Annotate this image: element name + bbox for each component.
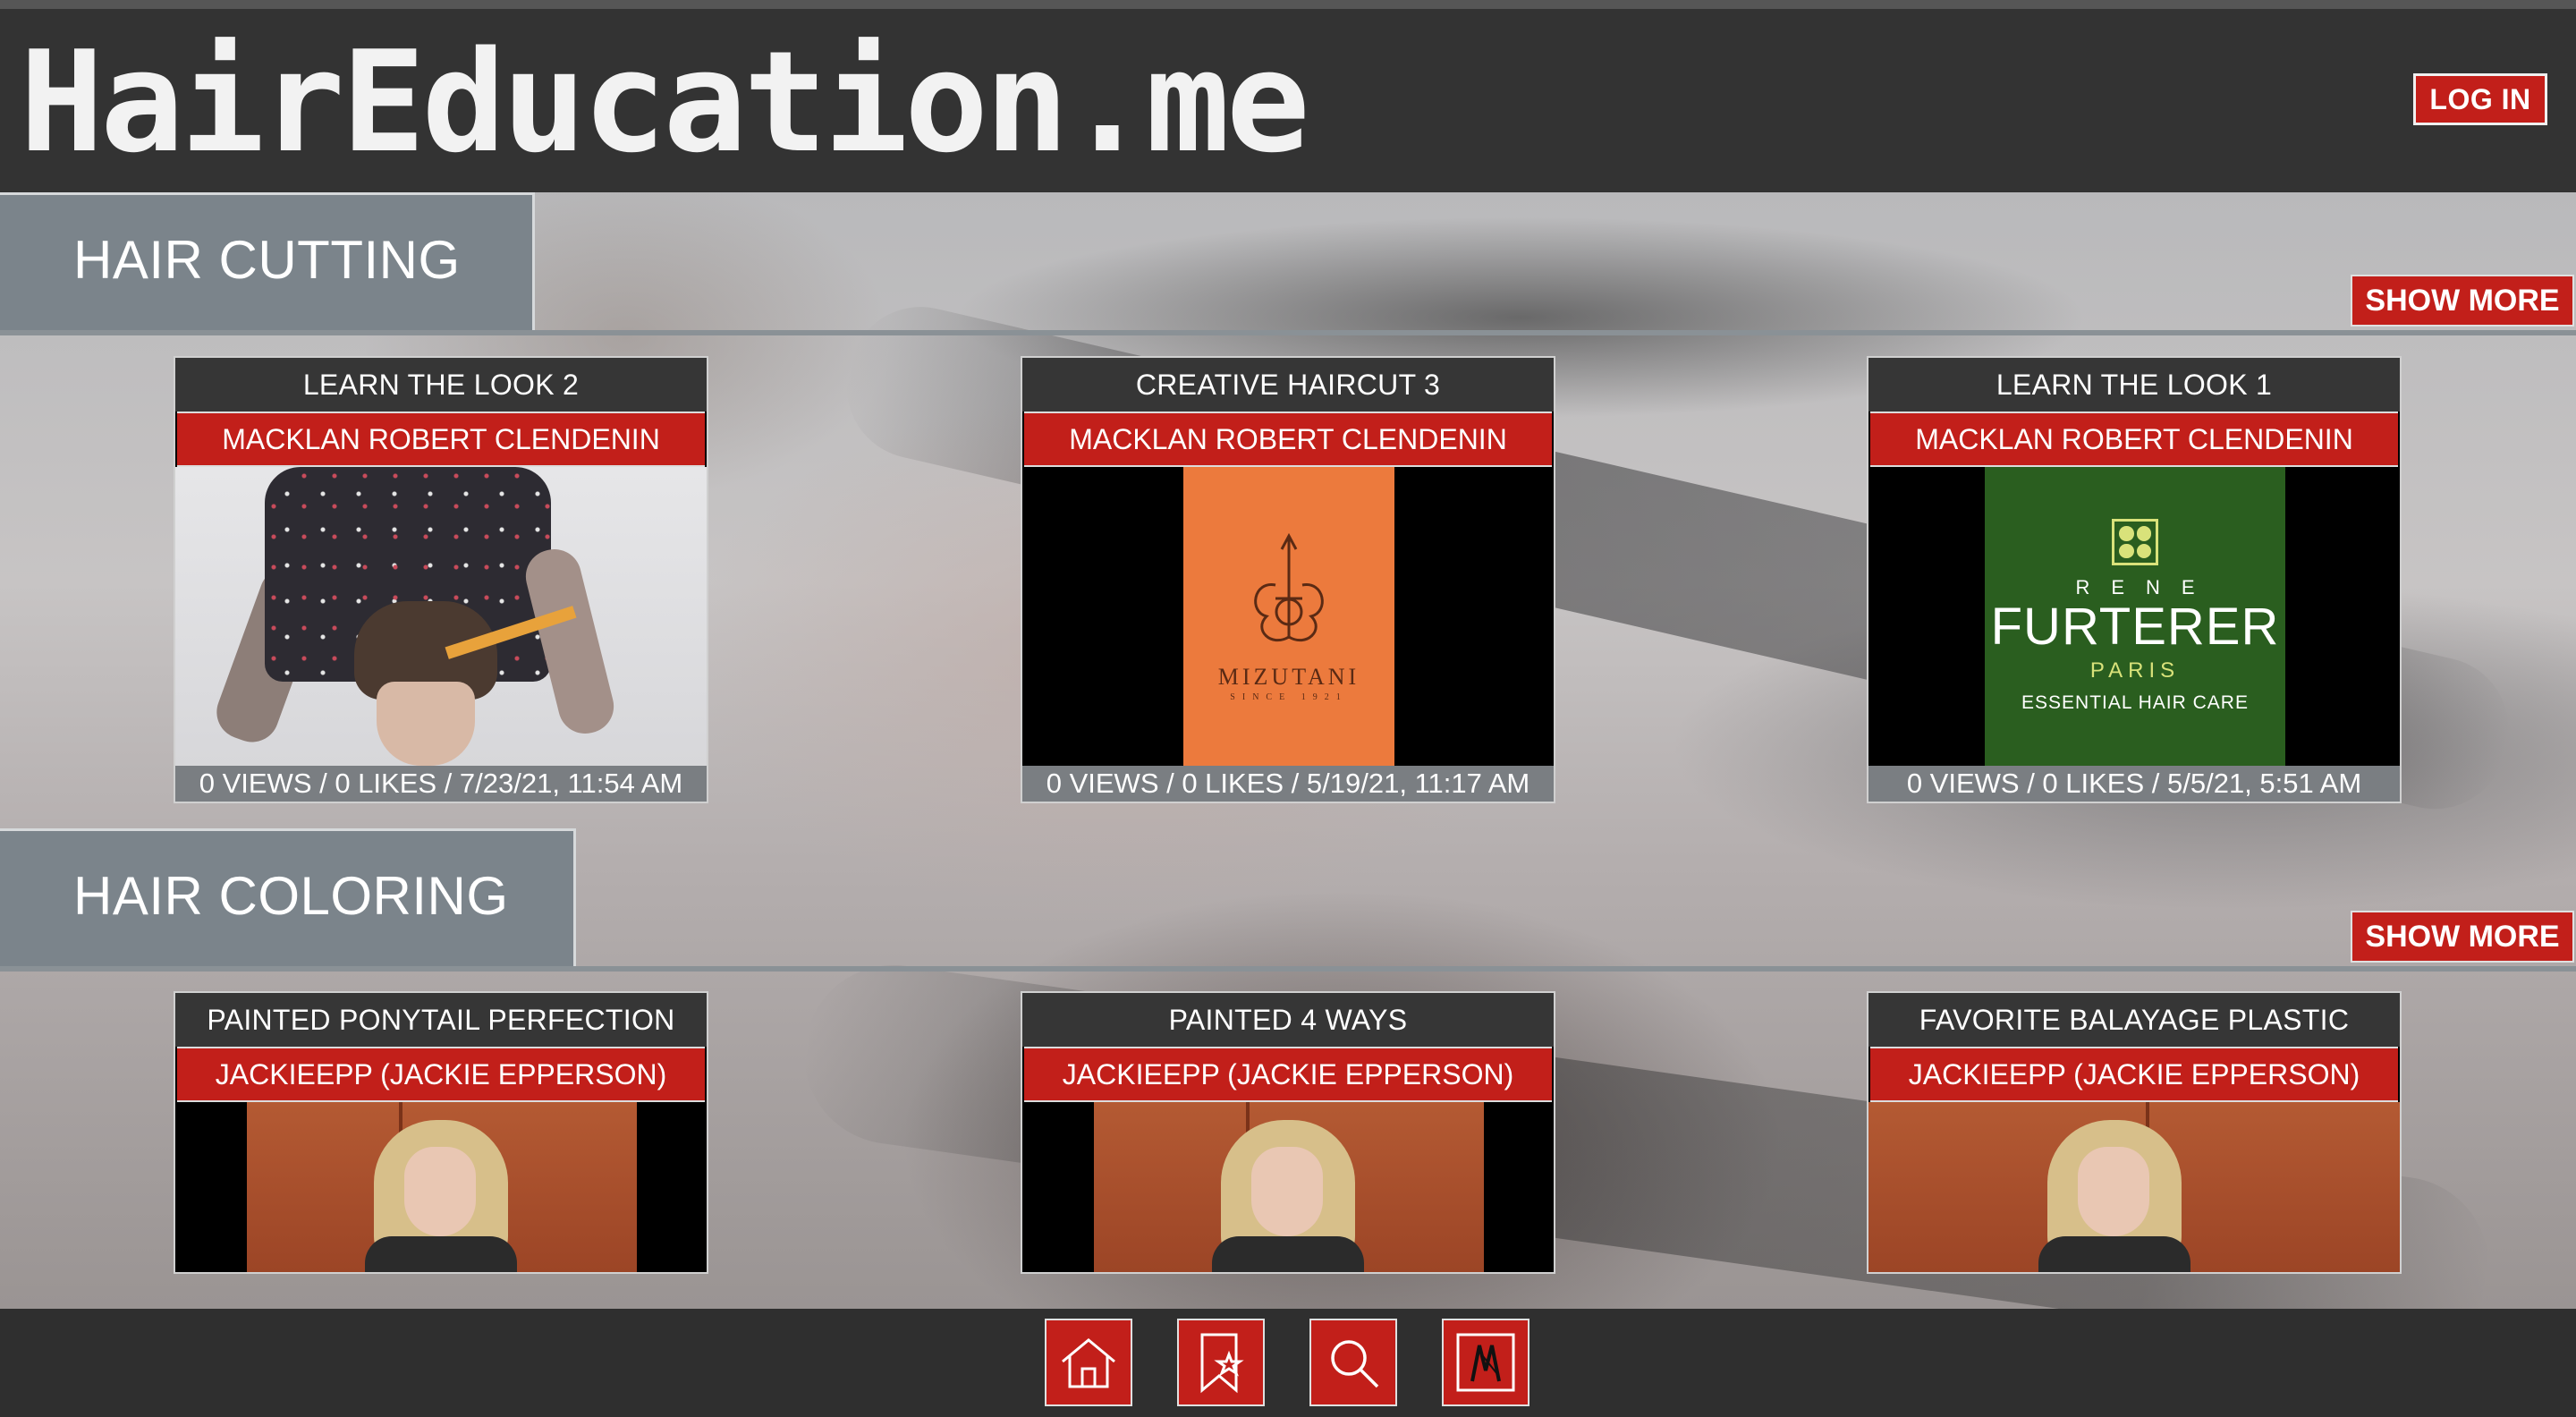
thumbnail-since: SINCE 1921	[1230, 692, 1348, 702]
card-title[interactable]: FAVORITE BALAYAGE PLASTIC	[1868, 993, 2400, 1047]
section-title: HAIR CUTTING	[73, 230, 461, 290]
section-divider	[0, 966, 2576, 972]
video-thumbnail[interactable]	[1868, 1102, 2400, 1272]
site-logo[interactable]: HairEducation.me	[20, 32, 1310, 172]
card-author[interactable]: JACKIEEPP (JACKIE EPPERSON)	[1870, 1047, 2398, 1102]
card-title[interactable]: PAINTED PONYTAIL PERFECTION	[175, 993, 707, 1047]
rene-furterer-emblem-icon	[2112, 519, 2158, 565]
show-more-button-hair-coloring[interactable]: SHOW MORE	[2351, 911, 2574, 963]
video-thumbnail[interactable]	[175, 1102, 707, 1272]
search-button[interactable]	[1309, 1319, 1397, 1406]
card-stats: 0 VIEWS / 0 LIKES / 5/19/21, 11:17 AM	[1022, 766, 1554, 802]
section-divider	[0, 330, 2576, 335]
card-title[interactable]: CREATIVE HAIRCUT 3	[1022, 358, 1554, 412]
thumbnail-city: PARIS	[2089, 658, 2181, 683]
video-card[interactable]: LEARN THE LOOK 1 MACKLAN ROBERT CLENDENI…	[1867, 356, 2402, 803]
video-card[interactable]: PAINTED PONYTAIL PERFECTION JACKIEEPP (J…	[174, 991, 708, 1274]
card-stats: 0 VIEWS / 0 LIKES / 7/23/21, 11:54 AM	[175, 766, 707, 802]
thumbnail-figure	[1212, 1236, 1364, 1272]
login-button[interactable]: LOG IN	[2413, 73, 2547, 125]
video-thumbnail[interactable]: RENE FURTERER PARIS ESSENTIAL HAIR CARE	[1868, 467, 2400, 766]
home-button[interactable]	[1045, 1319, 1132, 1406]
card-author[interactable]: MACKLAN ROBERT CLENDENIN	[1870, 412, 2398, 467]
bookmark-star-icon	[1200, 1333, 1244, 1394]
thumbnail-figure	[2038, 1236, 2190, 1272]
section-header-hair-cutting: HAIR CUTTING	[0, 192, 535, 332]
section-header-hair-coloring: HAIR COLORING	[0, 828, 576, 968]
bottom-nav-bar	[0, 1309, 2576, 1417]
thumbnail-tagline: ESSENTIAL HAIR CARE	[2021, 692, 2249, 713]
site-header: HairEducation.me LOG IN	[0, 9, 2576, 192]
thumbnail-figure	[404, 1147, 476, 1236]
thumbnail-figure	[365, 1236, 517, 1272]
profile-logo-icon	[1456, 1333, 1515, 1392]
card-title[interactable]: PAINTED 4 WAYS	[1022, 993, 1554, 1047]
card-author[interactable]: MACKLAN ROBERT CLENDENIN	[1024, 412, 1552, 467]
video-thumbnail[interactable]	[1022, 1102, 1554, 1272]
video-card[interactable]: LEARN THE LOOK 2 MACKLAN ROBERT CLENDENI…	[174, 356, 708, 803]
thumbnail-subbrand: RENE	[2075, 576, 2216, 598]
top-rule	[0, 0, 2576, 9]
thumbnail-figure	[1251, 1147, 1323, 1236]
rene-furterer-logo: RENE FURTERER PARIS ESSENTIAL HAIR CARE	[1985, 467, 2285, 766]
card-title[interactable]: LEARN THE LOOK 1	[1868, 358, 2400, 412]
video-card[interactable]: PAINTED 4 WAYS JACKIEEPP (JACKIE EPPERSO…	[1021, 991, 1555, 1274]
card-author[interactable]: JACKIEEPP (JACKIE EPPERSON)	[177, 1047, 705, 1102]
show-more-button-hair-cutting[interactable]: SHOW MORE	[2351, 275, 2574, 327]
thumbnail-brand: MIZUTANI	[1217, 663, 1360, 690]
card-stats: 0 VIEWS / 0 LIKES / 5/5/21, 5:51 AM	[1868, 766, 2400, 802]
thumbnail-figure	[377, 682, 475, 766]
thumbnail-figure	[2078, 1147, 2149, 1236]
video-card[interactable]: FAVORITE BALAYAGE PLASTIC JACKIEEPP (JAC…	[1867, 991, 2402, 1274]
search-icon	[1331, 1340, 1379, 1388]
video-thumbnail[interactable]: MIZUTANI SINCE 1921	[1022, 467, 1554, 766]
video-card[interactable]: CREATIVE HAIRCUT 3 MACKLAN ROBERT CLENDE…	[1021, 356, 1555, 803]
card-author[interactable]: MACKLAN ROBERT CLENDENIN	[177, 412, 705, 467]
home-icon	[1062, 1338, 1115, 1388]
mizutani-logo: MIZUTANI SINCE 1921	[1183, 467, 1394, 766]
favorites-button[interactable]	[1177, 1319, 1265, 1406]
card-title[interactable]: LEARN THE LOOK 2	[175, 358, 707, 412]
video-thumbnail[interactable]	[175, 467, 707, 766]
thumbnail-brand: FURTERER	[1990, 598, 2280, 656]
section-title: HAIR COLORING	[73, 866, 509, 926]
mizutani-emblem-icon	[1254, 532, 1324, 641]
profile-button[interactable]	[1442, 1319, 1530, 1406]
card-author[interactable]: JACKIEEPP (JACKIE EPPERSON)	[1024, 1047, 1552, 1102]
